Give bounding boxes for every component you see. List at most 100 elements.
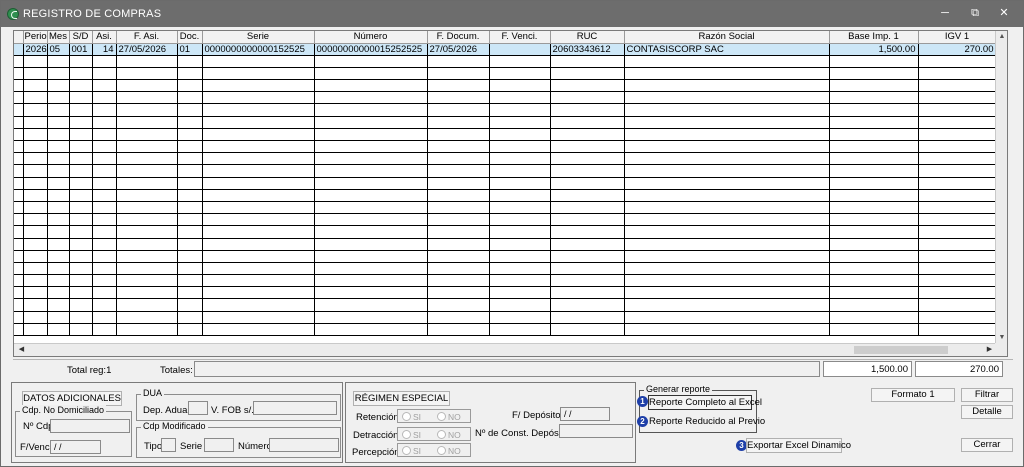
grid-cell[interactable] — [92, 311, 117, 324]
grid-cell[interactable] — [47, 79, 70, 93]
grid-cell[interactable] — [92, 128, 117, 142]
const-deposito-input[interactable] — [559, 424, 633, 438]
grid-cell[interactable] — [14, 262, 24, 276]
grid-cell[interactable] — [92, 238, 117, 251]
col-header[interactable]: S/D — [69, 31, 93, 44]
grid-cell[interactable] — [624, 262, 830, 276]
grid-cell[interactable] — [427, 201, 490, 215]
grid-cell[interactable] — [14, 116, 24, 129]
grid-cell[interactable] — [550, 201, 625, 215]
grid-cell[interactable] — [69, 286, 93, 300]
grid-cell[interactable] — [177, 286, 203, 300]
cell-ruc[interactable]: 20603343612 — [550, 43, 625, 56]
table-row[interactable]: 2026 05 001 14 27/05/2026 01 00000000000… — [14, 43, 997, 56]
scroll-up-icon[interactable]: ▲ — [997, 32, 1007, 42]
table-row[interactable] — [14, 79, 997, 93]
grid-cell[interactable] — [918, 250, 997, 263]
grid-cell[interactable] — [116, 67, 178, 81]
cell-sd[interactable]: 001 — [69, 43, 93, 56]
cell-period[interactable]: 2026 — [23, 43, 48, 56]
grid-cell[interactable] — [918, 323, 997, 337]
grid-cell[interactable] — [918, 103, 997, 117]
grid-cell[interactable] — [202, 298, 315, 312]
ncdp-input[interactable] — [50, 419, 130, 433]
grid-cell[interactable] — [202, 116, 315, 129]
grid-cell[interactable] — [314, 164, 428, 178]
grid-cell[interactable] — [23, 152, 48, 166]
grid-cell[interactable] — [829, 128, 919, 142]
table-row[interactable] — [14, 152, 997, 166]
grid-cell[interactable] — [14, 225, 24, 239]
grid-cell[interactable] — [918, 201, 997, 215]
table-row[interactable] — [14, 201, 997, 215]
table-row[interactable] — [14, 55, 997, 68]
grid-cell[interactable] — [177, 103, 203, 117]
grid-cell[interactable] — [202, 238, 315, 251]
grid-cell[interactable] — [23, 128, 48, 142]
grid-cell[interactable] — [116, 189, 178, 202]
grid-cell[interactable] — [829, 274, 919, 288]
grid-cell[interactable] — [427, 55, 490, 68]
grid-cell[interactable] — [829, 152, 919, 166]
grid-cell[interactable] — [47, 225, 70, 239]
grid-cell[interactable] — [202, 67, 315, 81]
grid-cell[interactable] — [177, 213, 203, 227]
grid-cell[interactable] — [624, 55, 830, 68]
grid-cell[interactable] — [177, 274, 203, 288]
grid-cell[interactable] — [427, 116, 490, 129]
grid-cell[interactable] — [918, 311, 997, 324]
grid-cell[interactable] — [14, 286, 24, 300]
grid-cell[interactable] — [202, 103, 315, 117]
grid-cell[interactable] — [23, 225, 48, 239]
grid-cell[interactable] — [202, 311, 315, 324]
grid-cell[interactable] — [116, 79, 178, 93]
grid-cell[interactable] — [314, 201, 428, 215]
col-header[interactable]: Base Imp. 1 — [829, 31, 919, 44]
grid-cell[interactable] — [116, 164, 178, 178]
grid-cell[interactable] — [47, 55, 70, 68]
grid-cell[interactable] — [489, 103, 551, 117]
grid-cell[interactable] — [829, 213, 919, 227]
grid-cell[interactable] — [314, 311, 428, 324]
grid-cell[interactable] — [23, 67, 48, 81]
fdeposito-input[interactable]: / / — [560, 407, 610, 421]
grid-cell[interactable] — [69, 298, 93, 312]
grid-cell[interactable] — [92, 152, 117, 166]
grid-cell[interactable] — [202, 177, 315, 190]
grid-cell[interactable] — [624, 128, 830, 142]
grid-cell[interactable] — [202, 55, 315, 68]
grid-cell[interactable] — [829, 250, 919, 263]
grid-cell[interactable] — [116, 201, 178, 215]
grid-cell[interactable] — [489, 67, 551, 81]
grid-cell[interactable] — [550, 79, 625, 93]
grid-cell[interactable] — [116, 103, 178, 117]
grid-cell[interactable] — [92, 177, 117, 190]
grid-cell[interactable] — [14, 238, 24, 251]
grid-cell[interactable] — [116, 250, 178, 263]
table-row[interactable] — [14, 213, 997, 227]
grid-cell[interactable] — [23, 298, 48, 312]
grid-cell[interactable] — [177, 189, 203, 202]
grid-cell[interactable] — [202, 323, 315, 337]
minimize-icon[interactable]: ─ — [937, 6, 953, 20]
col-header[interactable]: Serie — [202, 31, 315, 44]
grid-cell[interactable] — [550, 262, 625, 276]
grid-cell[interactable] — [92, 213, 117, 227]
grid-cell[interactable] — [23, 250, 48, 263]
grid-cell[interactable] — [92, 250, 117, 263]
grid-cell[interactable] — [47, 201, 70, 215]
grid-cell[interactable] — [550, 140, 625, 154]
grid-cell[interactable] — [918, 79, 997, 93]
detalle-button[interactable]: Detalle — [961, 405, 1013, 419]
grid-cell[interactable] — [427, 213, 490, 227]
grid-cell[interactable] — [550, 67, 625, 81]
grid-cell[interactable] — [202, 79, 315, 93]
grid-cell[interactable] — [427, 298, 490, 312]
vertical-scrollbar[interactable]: ▲ ▼ — [995, 31, 1007, 344]
grid-cell[interactable] — [14, 250, 24, 263]
grid-cell[interactable] — [92, 262, 117, 276]
grid-cell[interactable] — [918, 238, 997, 251]
grid-cell[interactable] — [69, 91, 93, 105]
grid-cell[interactable] — [427, 225, 490, 239]
grid-cell[interactable] — [829, 79, 919, 93]
